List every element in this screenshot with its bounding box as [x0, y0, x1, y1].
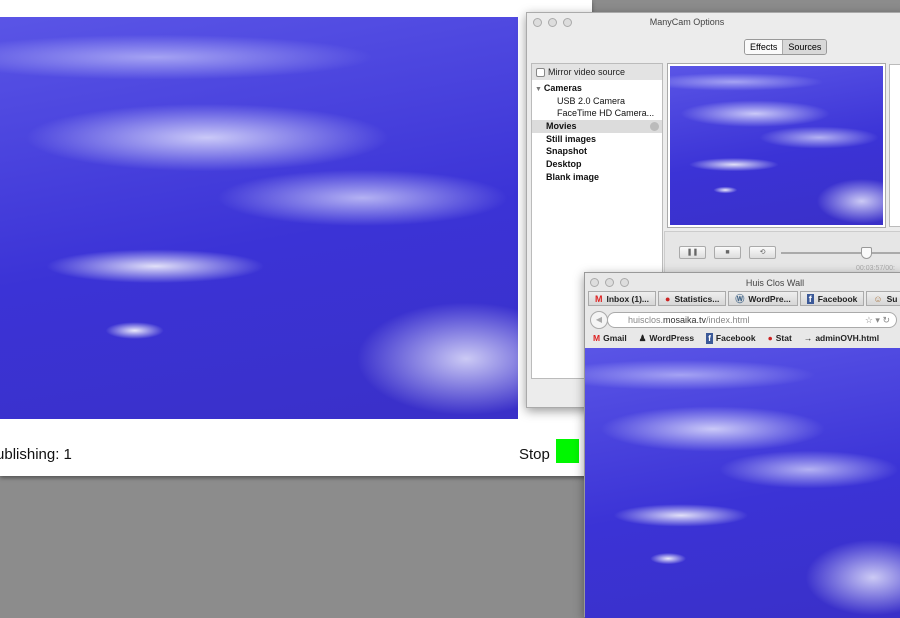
tab-bar: M Inbox (1)... ● Statistics... Ⓦ WordPre...…	[588, 291, 900, 306]
sidebar-item-still-images[interactable]: Still images	[532, 133, 662, 146]
publishing-status: Publishing: 1	[0, 446, 72, 463]
tab-sources[interactable]: Sources	[782, 40, 827, 54]
bookmark-adminovh[interactable]: → adminOVH.html	[804, 333, 879, 344]
disclosure-triangle-icon[interactable]: ▼	[535, 86, 544, 93]
stat-icon: ●	[665, 293, 671, 304]
mode-tabs: Effects Sources	[744, 39, 828, 55]
sidebar-item-blank-image[interactable]: Blank image	[532, 171, 662, 184]
close-button[interactable]	[590, 278, 599, 287]
bookmark-stat[interactable]: ● Stat	[768, 333, 792, 344]
sidebar-item-cameras[interactable]: ▼ Cameras	[532, 82, 662, 95]
main-video	[0, 17, 518, 419]
page-video	[585, 348, 900, 618]
sidebar-item-desktop[interactable]: Desktop	[532, 158, 662, 171]
preview-video	[667, 63, 886, 228]
tab-su[interactable]: ☺ Su	[866, 291, 900, 306]
stop-playback-button[interactable]: ■	[714, 246, 741, 259]
stop-button[interactable]	[556, 439, 579, 463]
browser-window: Huis Clos Wall M Inbox (1)... ● Statistics…	[584, 272, 900, 618]
mirror-checkbox[interactable]: Mirror video source	[532, 64, 662, 80]
close-button[interactable]	[533, 18, 542, 27]
pause-button[interactable]: ❚❚	[679, 246, 706, 259]
tab-facebook[interactable]: f Facebook	[799, 291, 865, 306]
facebook-icon: f	[706, 333, 713, 344]
url-bar[interactable]: huisclos.mosaika.tv/index.html ☆ ▾ ↻	[607, 312, 897, 328]
sidebar-item-movies[interactable]: Movies	[532, 120, 662, 133]
reload-icon[interactable]: ↻	[882, 315, 890, 325]
url-host: huisclos.	[628, 315, 664, 325]
pause-icon: ❚❚	[686, 249, 699, 256]
tab-wordpress[interactable]: Ⓦ WordPre...	[728, 291, 798, 306]
sidebar-item-usb-camera[interactable]: USB 2.0 Camera	[532, 95, 662, 108]
bookmark-gmail[interactable]: M Gmail	[593, 333, 627, 344]
url-path: /index.html	[706, 315, 750, 325]
wordpress-icon: Ⓦ	[735, 294, 745, 304]
dropdown-icon[interactable]: ▾	[875, 315, 880, 325]
loop-button[interactable]: ⟲	[749, 246, 776, 259]
gmail-icon: M	[595, 293, 603, 304]
arrow-icon: →	[803, 333, 813, 343]
window-controls[interactable]	[590, 278, 629, 287]
loop-icon: ⟲	[759, 249, 766, 256]
tab-effects[interactable]: Effects	[745, 40, 783, 54]
seek-handle[interactable]	[861, 247, 872, 259]
gmail-icon: M	[593, 333, 601, 343]
tab-inbox[interactable]: M Inbox (1)...	[588, 291, 656, 306]
minimize-button[interactable]	[548, 18, 557, 27]
zoom-button[interactable]	[563, 18, 572, 27]
stop-label[interactable]: Stop	[519, 446, 550, 463]
window-controls[interactable]	[533, 18, 572, 27]
stop-icon: ■	[725, 249, 730, 256]
zoom-button[interactable]	[620, 278, 629, 287]
facebook-icon: f	[806, 293, 814, 304]
bookmarks-bar: M Gmail ♟ WordPress f Facebook ● Stat → admin…	[593, 333, 879, 344]
seek-slider[interactable]	[781, 252, 900, 254]
minimize-button[interactable]	[605, 278, 614, 287]
window-title: Huis Clos Wall	[745, 278, 805, 288]
url-domain: mosaika.tv	[663, 315, 707, 325]
tab-statistics[interactable]: ● Statistics...	[658, 291, 727, 306]
stat-icon: ●	[767, 333, 773, 343]
checkbox-icon[interactable]	[536, 67, 545, 77]
window-title: ManyCam Options	[649, 17, 725, 27]
bookmark-facebook[interactable]: f Facebook	[706, 333, 756, 344]
back-button[interactable]: ◀	[590, 311, 608, 329]
side-panel	[889, 64, 900, 227]
sidebar-item-facetime-camera[interactable]: FaceTime HD Camera...	[532, 107, 662, 120]
time-readout: 00:03:57/00:	[856, 265, 895, 272]
star-icon[interactable]: ☆	[865, 315, 873, 325]
su-icon: ☺	[873, 293, 883, 304]
sidebar-item-snapshot[interactable]: Snapshot	[532, 145, 662, 158]
wordpress-icon: ♟	[638, 333, 647, 343]
bookmark-wordpress[interactable]: ♟ WordPress	[639, 333, 694, 344]
publisher-window: Publishing: 1 Stop	[0, 0, 592, 476]
mirror-label: Mirror video source	[548, 67, 626, 77]
back-arrow-icon: ◀	[595, 315, 603, 324]
